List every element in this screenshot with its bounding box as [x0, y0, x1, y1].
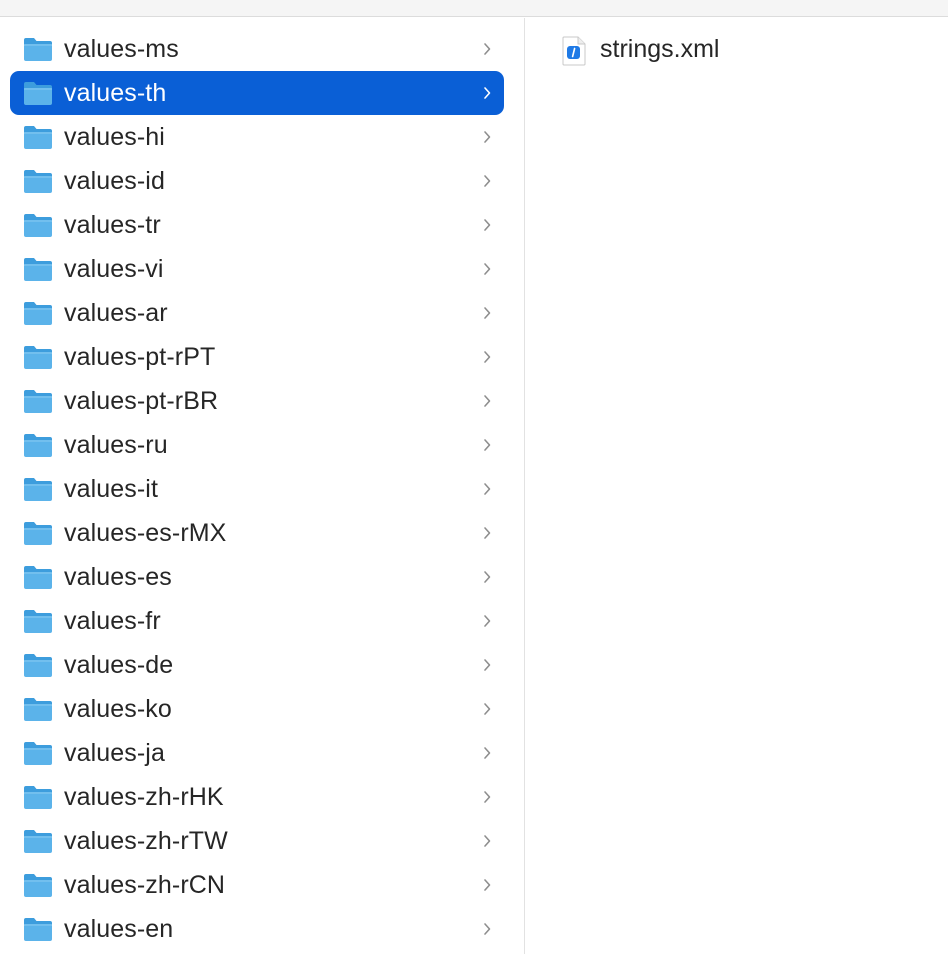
chevron-right-icon	[484, 43, 491, 55]
folder-label: values-es	[64, 563, 172, 591]
chevron-right-icon	[484, 791, 491, 803]
chevron-right-icon	[484, 703, 491, 715]
folder-icon	[24, 742, 52, 765]
folder-label: values-en	[64, 915, 174, 943]
chevron-right-icon	[484, 615, 491, 627]
folder-icon	[24, 434, 52, 457]
folder-row[interactable]: values-ar	[10, 291, 504, 335]
chevron-right-icon	[484, 439, 491, 451]
folder-icon	[24, 390, 52, 413]
chevron-right-icon	[484, 879, 491, 891]
folder-label: values-tr	[64, 211, 161, 239]
folder-row[interactable]: values-th	[10, 71, 504, 115]
chevron-right-icon	[484, 395, 491, 407]
folder-label: values-zh-rCN	[64, 871, 226, 899]
chevron-right-icon	[484, 923, 491, 935]
folder-row[interactable]: values-es-rMX	[10, 511, 504, 555]
chevron-right-icon	[484, 87, 491, 99]
folder-icon	[24, 698, 52, 721]
folder-label: values-ru	[64, 431, 168, 459]
folder-icon	[24, 346, 52, 369]
folder-row[interactable]: values-vi	[10, 247, 504, 291]
folder-row[interactable]: values-hi	[10, 115, 504, 159]
folder-label: values-pt-rPT	[64, 343, 216, 371]
folder-row[interactable]: values-tr	[10, 203, 504, 247]
folder-label: values-pt-rBR	[64, 387, 219, 415]
folder-icon	[24, 786, 52, 809]
folder-label: values-fr	[64, 607, 161, 635]
chevron-right-icon	[484, 219, 491, 231]
folder-row[interactable]: values-ko	[10, 687, 504, 731]
folder-icon	[24, 302, 52, 325]
folder-label: values-ko	[64, 695, 172, 723]
chevron-right-icon	[484, 175, 491, 187]
folder-icon	[24, 654, 52, 677]
folder-column[interactable]: values-ms values-th values-hi values-id valu…	[0, 18, 524, 954]
folder-label: values-de	[64, 651, 174, 679]
folder-row[interactable]: values-id	[10, 159, 504, 203]
folder-label: values-es-rMX	[64, 519, 227, 547]
chevron-right-icon	[484, 835, 491, 847]
chevron-right-icon	[484, 307, 491, 319]
folder-row[interactable]: values-it	[10, 467, 504, 511]
folder-icon	[24, 478, 52, 501]
folder-label: values-ja	[64, 739, 165, 767]
folder-label: values-hi	[64, 123, 165, 151]
folder-label: values-ar	[64, 299, 168, 327]
folder-icon	[24, 874, 52, 897]
folder-row[interactable]: values-pt-rPT	[10, 335, 504, 379]
folder-row[interactable]: values-pt-rBR	[10, 379, 504, 423]
chevron-right-icon	[484, 527, 491, 539]
folder-icon	[24, 38, 52, 61]
folder-label: values-zh-rHK	[64, 783, 224, 811]
folder-icon	[24, 918, 52, 941]
folder-icon	[24, 82, 52, 105]
folder-row[interactable]: values-ms	[10, 27, 504, 71]
folder-row[interactable]: values-ru	[10, 423, 504, 467]
folder-icon	[24, 214, 52, 237]
window-top-strip	[0, 0, 948, 17]
folder-label: values-it	[64, 475, 158, 503]
chevron-right-icon	[484, 659, 491, 671]
folder-icon	[24, 170, 52, 193]
folder-row[interactable]: values-ja	[10, 731, 504, 775]
chevron-right-icon	[484, 263, 491, 275]
chevron-right-icon	[484, 483, 491, 495]
folder-icon	[24, 258, 52, 281]
xml-file-icon	[562, 36, 586, 66]
file-item-strings-xml[interactable]: strings.xml	[555, 28, 935, 72]
chevron-right-icon	[484, 747, 491, 759]
chevron-right-icon	[484, 571, 491, 583]
chevron-right-icon	[484, 351, 491, 363]
folder-row[interactable]: values-zh-rTW	[10, 819, 504, 863]
folder-icon	[24, 610, 52, 633]
folder-icon	[24, 830, 52, 853]
folder-icon	[24, 522, 52, 545]
folder-label: values-vi	[64, 255, 164, 283]
folder-row[interactable]: values-es	[10, 555, 504, 599]
file-label: strings.xml	[600, 35, 720, 63]
folder-label: values-th	[64, 79, 167, 107]
folder-row[interactable]: values-en	[10, 907, 504, 951]
folder-row[interactable]: values-de	[10, 643, 504, 687]
file-column[interactable]: strings.xml	[525, 18, 948, 954]
folder-label: values-id	[64, 167, 165, 195]
folder-row[interactable]: values-zh-rCN	[10, 863, 504, 907]
folder-label: values-zh-rTW	[64, 827, 228, 855]
folder-icon	[24, 126, 52, 149]
folder-row[interactable]: values-zh-rHK	[10, 775, 504, 819]
chevron-right-icon	[484, 131, 491, 143]
folder-row[interactable]: values-fr	[10, 599, 504, 643]
folder-label: values-ms	[64, 35, 179, 63]
folder-icon	[24, 566, 52, 589]
